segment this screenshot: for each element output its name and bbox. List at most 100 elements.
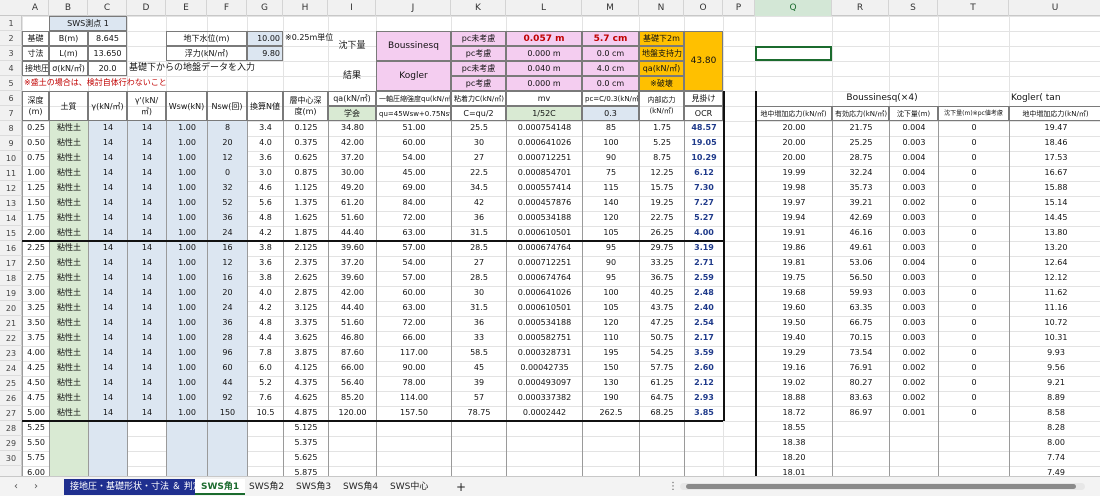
table-cell[interactable]: 76.91 <box>832 361 889 376</box>
table-cell[interactable]: 2.17 <box>684 331 723 346</box>
table-cell[interactable]: 4.50 <box>22 376 49 391</box>
table-cell[interactable]: 13.20 <box>1009 241 1100 256</box>
column-header-t[interactable]: T <box>938 0 1009 16</box>
table-cell[interactable]: 100 <box>582 286 639 301</box>
table-cell[interactable]: 43.75 <box>639 301 684 316</box>
table-cell[interactable]: 1.75 <box>22 211 49 226</box>
column-header-j[interactable]: J <box>376 0 451 16</box>
table-cell[interactable]: 72.00 <box>376 316 451 331</box>
table-cell[interactable]: 18.20 <box>755 451 832 466</box>
table-cell[interactable]: 27 <box>451 256 506 271</box>
table-cell[interactable]: 3.19 <box>684 241 723 256</box>
tab-scroll-right-icon[interactable]: › <box>34 479 38 495</box>
table-cell[interactable]: 19.05 <box>684 136 723 151</box>
table-cell[interactable]: 19.02 <box>755 376 832 391</box>
table-cell[interactable]: 0.375 <box>283 136 328 151</box>
scrollbar-thumb[interactable] <box>686 484 1076 489</box>
table-cell[interactable]: 0 <box>938 316 1009 331</box>
table-cell[interactable] <box>684 421 723 436</box>
table-cell[interactable]: 60 <box>207 361 247 376</box>
table-cell[interactable]: 15.14 <box>1009 196 1100 211</box>
table-cell[interactable]: 6.0 <box>247 361 283 376</box>
table-cell[interactable] <box>376 421 451 436</box>
table-cell[interactable]: 0.00042735 <box>506 361 582 376</box>
table-cell[interactable]: 14 <box>127 376 166 391</box>
column-header-k[interactable]: K <box>451 0 506 16</box>
table-cell[interactable]: 32 <box>207 181 247 196</box>
table-cell[interactable]: 7.27 <box>684 196 723 211</box>
table-cell[interactable]: 2.40 <box>684 301 723 316</box>
table-cell[interactable]: 117.00 <box>376 346 451 361</box>
table-cell[interactable]: 18.72 <box>755 406 832 421</box>
table-cell[interactable]: 51.60 <box>328 211 376 226</box>
column-header-o[interactable]: O <box>684 0 723 16</box>
table-cell[interactable]: 75 <box>582 166 639 181</box>
table-cell[interactable]: 86.97 <box>832 406 889 421</box>
table-cell[interactable]: 14 <box>127 211 166 226</box>
table-cell[interactable]: 140 <box>582 196 639 211</box>
table-cell[interactable]: 5.625 <box>283 451 328 466</box>
table-cell[interactable]: 3.00 <box>22 286 49 301</box>
table-cell[interactable]: 9.21 <box>1009 376 1100 391</box>
table-cell[interactable]: 14 <box>88 361 127 376</box>
table-cell[interactable]: 48.57 <box>684 121 723 136</box>
table-cell[interactable]: 12.64 <box>1009 256 1100 271</box>
table-cell[interactable]: 1.25 <box>22 181 49 196</box>
table-cell[interactable]: 4.00 <box>22 346 49 361</box>
table-cell[interactable]: 115 <box>582 181 639 196</box>
table-cell[interactable]: 14 <box>88 211 127 226</box>
table-cell[interactable] <box>127 451 166 466</box>
table-cell[interactable]: 4.875 <box>283 406 328 421</box>
table-cell[interactable]: 3.625 <box>283 331 328 346</box>
table-cell[interactable]: 96 <box>207 346 247 361</box>
table-cell[interactable]: 1.00 <box>166 136 207 151</box>
table-cell[interactable]: 3.85 <box>684 406 723 421</box>
table-cell[interactable]: 60.00 <box>376 286 451 301</box>
table-cell[interactable]: 5.2 <box>247 376 283 391</box>
table-cell[interactable]: 5.75 <box>22 451 49 466</box>
table-cell[interactable]: 190 <box>582 391 639 406</box>
column-header-u[interactable]: U <box>1009 0 1100 16</box>
table-cell[interactable]: 0 <box>938 301 1009 316</box>
table-cell[interactable]: 18.88 <box>755 391 832 406</box>
table-cell[interactable]: 14 <box>88 391 127 406</box>
table-cell[interactable]: 14 <box>127 181 166 196</box>
table-cell[interactable] <box>582 451 639 466</box>
table-cell[interactable]: 粘性土 <box>49 196 88 211</box>
table-cell[interactable]: 8.58 <box>1009 406 1100 421</box>
table-cell[interactable]: 粘性土 <box>49 271 88 286</box>
table-cell[interactable]: 粘性土 <box>49 241 88 256</box>
table-cell[interactable]: 85.20 <box>328 391 376 406</box>
table-cell[interactable]: 85 <box>582 121 639 136</box>
table-cell[interactable] <box>639 436 684 451</box>
table-cell[interactable]: 2.75 <box>22 271 49 286</box>
table-cell[interactable]: 3.8 <box>247 241 283 256</box>
table-cell[interactable]: 33 <box>451 331 506 346</box>
table-cell[interactable] <box>832 451 889 466</box>
table-cell[interactable]: 粘性土 <box>49 256 88 271</box>
table-cell[interactable] <box>247 421 283 436</box>
table-cell[interactable]: 19.68 <box>755 286 832 301</box>
table-cell[interactable]: 0 <box>938 136 1009 151</box>
table-cell[interactable] <box>582 421 639 436</box>
table-cell[interactable] <box>889 436 938 451</box>
table-cell[interactable] <box>328 466 376 476</box>
table-cell[interactable]: 28 <box>207 331 247 346</box>
table-cell[interactable]: 0.003 <box>889 316 938 331</box>
table-cell[interactable]: 0 <box>938 286 1009 301</box>
tab-sws-corner-1[interactable]: SWS角1 <box>195 479 246 495</box>
table-cell[interactable]: 0.001 <box>889 406 938 421</box>
table-cell[interactable]: 4.0 <box>247 136 283 151</box>
table-cell[interactable]: 1.00 <box>166 241 207 256</box>
table-cell[interactable] <box>88 421 127 436</box>
table-cell[interactable]: 57.00 <box>376 241 451 256</box>
row-header[interactable]: 11 <box>0 166 22 181</box>
table-cell[interactable]: 95 <box>582 271 639 286</box>
table-cell[interactable]: 1.875 <box>283 226 328 241</box>
tab-sws-corner-4[interactable]: SWS角4 <box>337 479 384 495</box>
table-cell[interactable]: 19.75 <box>755 271 832 286</box>
width-value[interactable]: 8.645 <box>88 31 127 46</box>
table-cell[interactable] <box>376 466 451 476</box>
column-header-d[interactable]: D <box>127 0 166 16</box>
table-cell[interactable]: 5.25 <box>22 421 49 436</box>
